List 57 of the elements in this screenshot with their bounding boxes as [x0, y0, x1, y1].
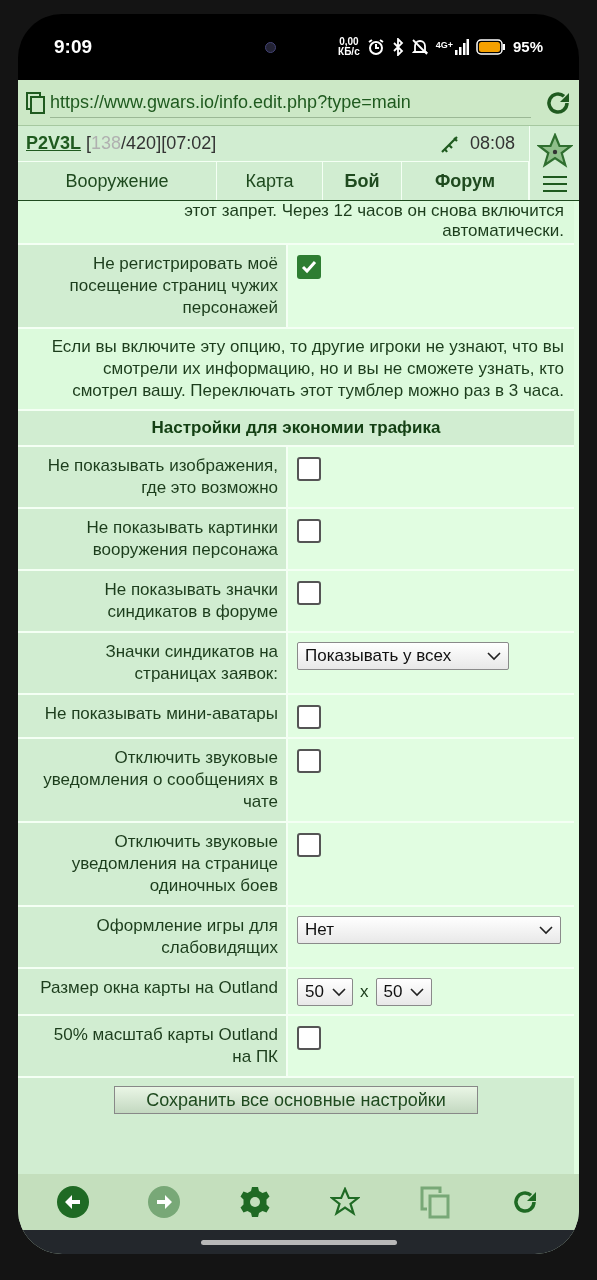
info-note: автоматически.: [441, 221, 564, 241]
info-note: Если вы включите эту опцию, то другие игроки не узнают, что вы смотрели их информацию, но и вы не сможете узнать, кто смотрел вашу. Переключать этот тумблер можно раз в 3 часа.: [50, 336, 564, 402]
checkbox[interactable]: [297, 581, 321, 605]
speed-value: 0,00: [339, 37, 359, 47]
chevron-icon: [487, 651, 501, 661]
chevron-icon: [539, 925, 553, 935]
network-type: 4G+: [435, 39, 453, 52]
setting-label: Оформление игры для слабовидящих: [95, 915, 278, 959]
setting-label: Не показывать мини-аватары: [43, 703, 278, 725]
settings-icon[interactable]: [239, 1186, 272, 1218]
setting-label: 50% масштаб карты Outland на ПК: [52, 1024, 278, 1068]
muted-bell-icon: [410, 38, 429, 56]
copy-icon[interactable]: [24, 90, 46, 115]
checkbox[interactable]: [297, 833, 321, 857]
setting-label: Не показывать изображения, где это возможно: [46, 455, 278, 499]
setting-label: Отключить звуковые уведомления на странице одиночных боев: [70, 831, 278, 897]
player-stats: [138/420][07:02]: [86, 132, 217, 155]
setting-label: Не показывать значки синдикатов в форуме: [103, 579, 278, 623]
battery-icon: [475, 39, 506, 55]
checkmark-icon: [301, 260, 317, 274]
speed-unit: КБ/с: [338, 47, 360, 57]
rifle-icon: [439, 133, 460, 154]
star-icon[interactable]: [536, 133, 573, 169]
timer: 08:08: [469, 132, 515, 155]
menu-icon[interactable]: [542, 175, 567, 193]
star-icon[interactable]: [329, 1187, 360, 1217]
save-button[interactable]: Сохранить все основные настройки: [114, 1086, 478, 1114]
checkbox[interactable]: [297, 705, 321, 729]
back-icon[interactable]: [57, 1186, 90, 1218]
forward-icon[interactable]: [148, 1186, 181, 1218]
battery-level: 95%: [512, 36, 543, 57]
dropdown[interactable]: Показывать у всех: [297, 642, 509, 670]
setting-label: Отключить звуковые уведомления о сообщениях в чате: [42, 747, 278, 813]
info-note: этот запрет. Через 12 часов он снова включится: [183, 201, 564, 221]
section-heading: Настройки для экономии трафика: [151, 417, 441, 440]
checkbox[interactable]: [297, 1026, 321, 1050]
checkbox[interactable]: [297, 519, 321, 543]
dropdown[interactable]: Нет: [297, 916, 561, 944]
setting-label: Размер окна карты на Outland: [39, 977, 278, 999]
home-indicator[interactable]: [200, 1239, 397, 1245]
setting-label: Не регистрировать моё посещение страниц чужих персонажей: [68, 253, 278, 319]
setting-label: Значки синдикатов на страницах заявок:: [104, 641, 278, 685]
dropdown[interactable]: 50: [297, 978, 353, 1006]
dropdown[interactable]: 50: [375, 978, 432, 1006]
chevron-icon: [410, 987, 425, 997]
checkbox[interactable]: [297, 255, 321, 279]
signal-icon: [454, 39, 469, 55]
times-sign: x: [360, 981, 369, 1004]
clock-time: 9:09: [54, 34, 93, 59]
setting-label: Не показывать картинки вооружения персонажа: [85, 517, 278, 561]
player-link[interactable]: P2V3L: [26, 130, 82, 157]
checkbox[interactable]: [297, 749, 321, 773]
camera-icon: [264, 41, 276, 53]
checkbox[interactable]: [297, 457, 321, 481]
chevron-icon: [331, 987, 346, 997]
alarm-icon: [366, 38, 385, 56]
bluetooth-icon: [391, 38, 404, 56]
